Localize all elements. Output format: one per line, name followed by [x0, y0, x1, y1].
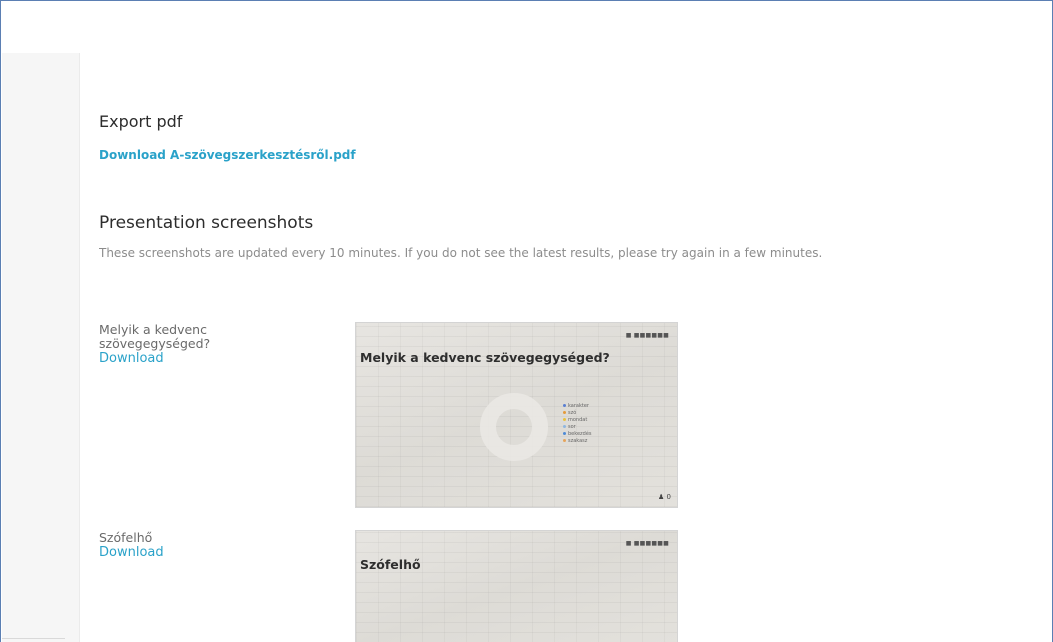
legend-item: bekezdés [563, 430, 592, 437]
legend-label: sor [568, 423, 576, 430]
slide-thumbnail[interactable]: ■ ■■■■■■ Szófelhő [355, 530, 678, 642]
legend-label: bekezdés [568, 430, 592, 437]
legend-item: szakasz [563, 437, 592, 444]
screenshot-item-label: Szófelhő Download [99, 530, 319, 561]
slide-name: Melyik a kedvenc szövegegységed? [99, 322, 211, 351]
legend-swatch [563, 404, 566, 407]
legend-swatch [563, 439, 566, 442]
legend-label: szakasz [568, 437, 588, 444]
download-screenshot-link[interactable]: Download [99, 545, 319, 560]
divider [2, 638, 65, 639]
update-notice: These screenshots are updated every 10 m… [99, 246, 823, 260]
legend-swatch [563, 432, 566, 435]
legend-item: mondat [563, 416, 592, 423]
page-frame: Export pdf Download A-szövegszerkesztésr… [0, 0, 1053, 642]
participants-icon: ♟ 0 [658, 493, 671, 501]
legend-label: szó [568, 409, 577, 416]
slide-name: Szófelhő [99, 530, 153, 545]
sidebar [2, 53, 80, 642]
legend-swatch [563, 418, 566, 421]
brand-logo: ■ ■■■■■■ [625, 332, 669, 339]
slide-title: Melyik a kedvenc szövegegységed? [360, 350, 610, 365]
slide-thumbnail[interactable]: ■ ■■■■■■ Melyik a kedvenc szövegegységed… [355, 322, 678, 508]
download-pdf-link[interactable]: Download A-szövegszerkesztésről.pdf [99, 148, 356, 162]
export-pdf-heading: Export pdf [99, 112, 183, 131]
legend-item: karakter [563, 402, 592, 409]
brand-logo: ■ ■■■■■■ [625, 540, 669, 547]
legend-label: karakter [568, 402, 589, 409]
legend-item: sor [563, 423, 592, 430]
legend-item: szó [563, 409, 592, 416]
legend-swatch [563, 411, 566, 414]
donut-chart [480, 393, 548, 461]
download-screenshot-link[interactable]: Download [99, 351, 319, 366]
screenshot-item-label: Melyik a kedvenc szövegegységed? Downloa… [99, 322, 319, 367]
slide-title: Szófelhő [360, 557, 421, 572]
presentation-screenshots-heading: Presentation screenshots [99, 213, 314, 233]
legend-swatch [563, 425, 566, 428]
chart-legend: karakter szó mondat sor bekezdés szakasz [563, 402, 592, 444]
legend-label: mondat [568, 416, 588, 423]
